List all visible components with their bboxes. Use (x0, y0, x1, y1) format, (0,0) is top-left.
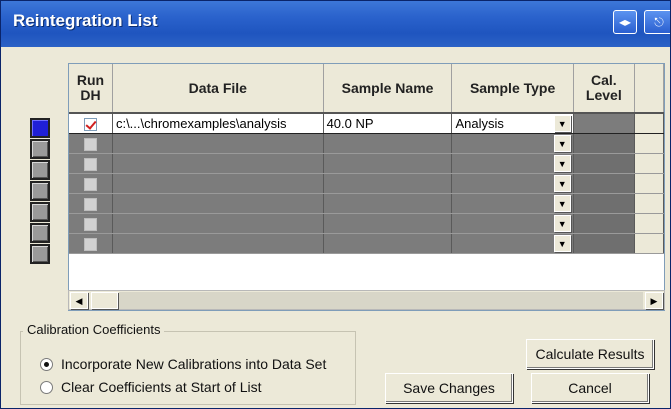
sample-type-cell[interactable]: ▼ (451, 233, 574, 254)
cancel-button[interactable]: Cancel (531, 373, 649, 403)
cal-level-cell[interactable] (573, 153, 635, 174)
scroll-left-icon[interactable]: ◀ (70, 292, 88, 309)
radio-clear-coefficients[interactable]: Clear Coefficients at Start of List (40, 378, 262, 396)
chevron-down-icon[interactable]: ▼ (553, 115, 571, 132)
data-file-cell[interactable]: c:\...\chromexamples\analysis (112, 113, 324, 134)
table-row[interactable]: ▼ (69, 133, 664, 154)
cal-level-cell[interactable] (573, 213, 635, 234)
run-dh-cell[interactable] (69, 193, 113, 214)
column-header-run-dh[interactable]: Run DH (69, 64, 113, 114)
sample-name-cell[interactable] (323, 213, 453, 234)
restore-icon[interactable]: ◂▸ (613, 10, 637, 34)
exit-icon[interactable]: ⎋ (644, 10, 670, 34)
extra-cell (634, 173, 664, 194)
sample-type-cell[interactable]: Analysis ▼ (451, 113, 574, 134)
sample-name-cell[interactable] (323, 193, 453, 214)
extra-cell (634, 153, 664, 174)
cal-level-cell[interactable] (573, 233, 635, 254)
row-selector[interactable] (30, 139, 50, 159)
run-dh-cell[interactable] (69, 133, 113, 154)
row-selector[interactable] (30, 244, 50, 264)
chevron-down-icon[interactable]: ▼ (553, 234, 571, 252)
run-dh-checkbox[interactable] (83, 177, 97, 191)
chevron-down-icon[interactable]: ▼ (553, 194, 571, 212)
table-row[interactable]: ▼ (69, 213, 664, 234)
chevron-down-icon[interactable]: ▼ (553, 134, 571, 152)
extra-cell (634, 133, 664, 154)
run-dh-checkbox[interactable] (83, 237, 97, 251)
chevron-down-icon[interactable]: ▼ (553, 154, 571, 172)
sample-type-cell[interactable]: ▼ (451, 153, 574, 174)
column-header-cal-level[interactable]: Cal. Level (573, 64, 635, 114)
cal-level-cell[interactable] (573, 113, 635, 134)
run-dh-cell[interactable] (69, 213, 113, 234)
radio-label: Clear Coefficients at Start of List (61, 379, 262, 395)
sample-name-cell[interactable] (323, 173, 453, 194)
chevron-down-icon[interactable]: ▼ (553, 214, 571, 232)
extra-cell (634, 213, 664, 234)
chevron-down-icon[interactable]: ▼ (553, 174, 571, 192)
column-header-extra (634, 64, 664, 114)
sample-type-cell[interactable]: ▼ (451, 173, 574, 194)
reintegration-list-window: Reintegration List ◂▸ ⎋ Run DH Data File… (0, 0, 671, 409)
run-dh-checkbox[interactable] (83, 197, 97, 211)
cal-level-cell[interactable] (573, 133, 635, 154)
run-dh-checkbox[interactable] (83, 137, 97, 151)
reintegration-grid: Run DH Data File Sample Name Sample Type… (68, 63, 665, 311)
radio-label: Incorporate New Calibrations into Data S… (61, 356, 327, 372)
row-selector[interactable] (30, 118, 50, 138)
sample-type-value: Analysis (455, 115, 504, 131)
table-row[interactable]: ▼ (69, 193, 664, 214)
scroll-thumb[interactable] (91, 292, 118, 309)
radio-button-icon[interactable] (40, 380, 53, 394)
table-row[interactable]: c:\...\chromexamples\analysis 40.0 NP Anal… (69, 113, 664, 134)
data-file-cell[interactable] (112, 153, 324, 174)
column-header-data-file[interactable]: Data File (112, 64, 324, 114)
sample-type-cell[interactable]: ▼ (451, 213, 574, 234)
data-file-cell[interactable] (112, 213, 324, 234)
window-title: Reintegration List (13, 11, 158, 30)
data-file-cell[interactable] (112, 233, 324, 254)
sample-type-cell[interactable]: ▼ (451, 133, 574, 154)
title-bar: Reintegration List ◂▸ ⎋ (1, 1, 670, 47)
run-dh-cell[interactable] (69, 233, 113, 254)
sample-name-cell[interactable]: 40.0 NP (323, 113, 453, 134)
sample-name-cell[interactable] (323, 133, 453, 154)
cal-level-cell[interactable] (573, 173, 635, 194)
row-selector[interactable] (30, 223, 50, 243)
data-file-cell[interactable] (112, 133, 324, 154)
row-selector[interactable] (30, 202, 50, 222)
run-dh-cell[interactable] (69, 173, 113, 194)
save-changes-button[interactable]: Save Changes (385, 373, 513, 403)
row-selector[interactable] (30, 181, 50, 201)
radio-button-icon[interactable] (40, 357, 53, 371)
scroll-right-icon[interactable]: ▶ (645, 292, 663, 309)
data-file-cell[interactable] (112, 173, 324, 194)
extra-cell (634, 113, 664, 134)
extra-cell (634, 233, 664, 254)
run-dh-checkbox[interactable] (83, 157, 97, 171)
calculate-results-button[interactable]: Calculate Results (526, 339, 654, 369)
calibration-group-label: Calibration Coefficients (23, 322, 165, 337)
run-dh-cell[interactable] (69, 153, 113, 174)
run-dh-checkbox[interactable] (83, 217, 97, 231)
row-selector[interactable] (30, 160, 50, 180)
extra-cell (634, 193, 664, 214)
table-row[interactable]: ▼ (69, 153, 664, 174)
column-header-sample-name[interactable]: Sample Name (323, 64, 453, 114)
run-dh-cell[interactable] (69, 113, 113, 134)
table-row[interactable]: ▼ (69, 173, 664, 194)
sample-name-cell[interactable] (323, 233, 453, 254)
scroll-track[interactable] (119, 292, 643, 309)
radio-incorporate-calibrations[interactable]: Incorporate New Calibrations into Data S… (40, 355, 326, 373)
data-file-cell[interactable] (112, 193, 324, 214)
run-dh-checkbox[interactable] (83, 117, 97, 131)
sample-name-cell[interactable] (323, 153, 453, 174)
cal-level-cell[interactable] (573, 193, 635, 214)
column-header-sample-type[interactable]: Sample Type (451, 64, 574, 114)
horizontal-scrollbar[interactable]: ◀ ▶ (68, 290, 665, 310)
sample-type-cell[interactable]: ▼ (451, 193, 574, 214)
table-row[interactable]: ▼ (69, 233, 664, 254)
